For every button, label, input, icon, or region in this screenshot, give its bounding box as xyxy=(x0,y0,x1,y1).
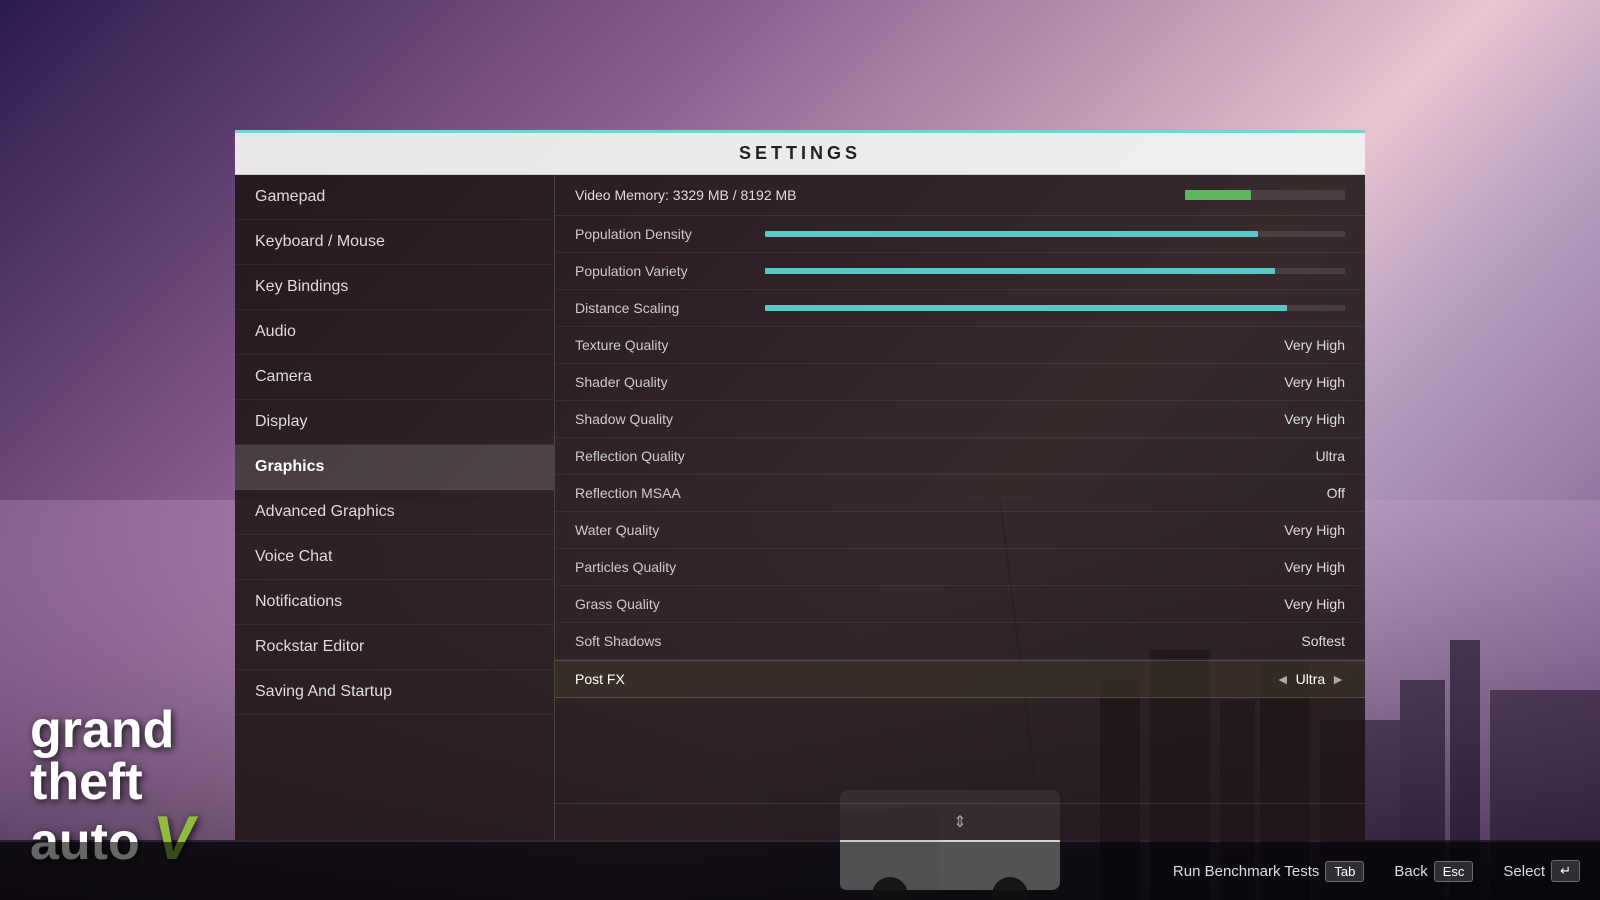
grass-quality-label: Grass Quality xyxy=(575,596,1265,612)
reflection-quality-label: Reflection Quality xyxy=(575,448,1265,464)
slider-fill xyxy=(765,268,1275,274)
texture-quality-label: Texture Quality xyxy=(575,337,1265,353)
shader-quality-value: Very High xyxy=(1265,374,1345,390)
sidebar-item-display[interactable]: Display xyxy=(235,400,554,445)
setting-row-shader-quality[interactable]: Shader Quality Very High xyxy=(555,364,1365,401)
gta-line2: theft xyxy=(30,756,196,808)
sidebar-item-audio[interactable]: Audio xyxy=(235,310,554,355)
video-memory-row: Video Memory: 3329 MB / 8192 MB xyxy=(555,175,1365,216)
video-memory-label: Video Memory: 3329 MB / 8192 MB xyxy=(575,187,1185,203)
texture-quality-value: Very High xyxy=(1265,337,1345,353)
sidebar-item-gamepad[interactable]: Gamepad xyxy=(235,175,554,220)
reflection-msaa-value: Off xyxy=(1265,485,1345,501)
sidebar-item-camera[interactable]: Camera xyxy=(235,355,554,400)
content-rows: Video Memory: 3329 MB / 8192 MB Populati… xyxy=(555,175,1365,803)
slider-track xyxy=(765,305,1345,311)
setting-row-reflection-quality[interactable]: Reflection Quality Ultra xyxy=(555,438,1365,475)
gta-line1: grand xyxy=(30,704,196,756)
settings-title: SETTINGS xyxy=(739,143,861,163)
settings-panel: SETTINGS Gamepad Keyboard / Mouse Key Bi… xyxy=(235,130,1365,840)
sidebar-item-advanced-graphics[interactable]: Advanced Graphics xyxy=(235,490,554,535)
settings-header: SETTINGS xyxy=(235,130,1365,175)
reflection-quality-value: Ultra xyxy=(1265,448,1345,464)
shadow-quality-value: Very High xyxy=(1265,411,1345,427)
soft-shadows-label: Soft Shadows xyxy=(575,633,1265,649)
scroll-arrows-icon: ⇕ xyxy=(953,812,966,832)
video-memory-fill xyxy=(1185,190,1251,200)
distance-scaling-bar xyxy=(765,305,1345,311)
sidebar-item-saving-startup[interactable]: Saving And Startup xyxy=(235,670,554,715)
sidebar-item-keyboard-mouse[interactable]: Keyboard / Mouse xyxy=(235,220,554,265)
sidebar-item-voice-chat[interactable]: Voice Chat xyxy=(235,535,554,580)
soft-shadows-value: Softest xyxy=(1265,633,1345,649)
slider-row-population-variety[interactable]: Population Variety xyxy=(555,253,1365,290)
population-density-label: Population Density xyxy=(575,226,755,242)
sidebar: Gamepad Keyboard / Mouse Key Bindings Au… xyxy=(235,175,555,840)
run-benchmark-key[interactable]: Tab xyxy=(1325,861,1364,882)
slider-row-distance-scaling[interactable]: Distance Scaling xyxy=(555,290,1365,327)
postfx-row[interactable]: Post FX ◄ Ultra ► xyxy=(555,660,1365,698)
setting-row-reflection-msaa[interactable]: Reflection MSAA Off xyxy=(555,475,1365,512)
particles-quality-value: Very High xyxy=(1265,559,1345,575)
water-quality-value: Very High xyxy=(1265,522,1345,538)
slider-track xyxy=(765,268,1345,274)
back-action: Back Esc xyxy=(1394,861,1473,882)
select-action: Select ↵ xyxy=(1503,860,1580,882)
setting-row-soft-shadows[interactable]: Soft Shadows Softest xyxy=(555,623,1365,660)
sidebar-item-rockstar-editor[interactable]: Rockstar Editor xyxy=(235,625,554,670)
setting-row-texture-quality[interactable]: Texture Quality Very High xyxy=(555,327,1365,364)
slider-fill xyxy=(765,231,1258,237)
back-label: Back xyxy=(1394,863,1427,880)
postfx-value: ◄ Ultra ► xyxy=(1276,671,1345,687)
population-variety-bar xyxy=(765,268,1345,274)
settings-body: Gamepad Keyboard / Mouse Key Bindings Au… xyxy=(235,175,1365,840)
video-memory-bar-container xyxy=(1185,190,1345,200)
shadow-quality-label: Shadow Quality xyxy=(575,411,1265,427)
slider-fill xyxy=(765,305,1287,311)
postfx-label: Post FX xyxy=(575,671,1276,687)
postfx-arrow-left[interactable]: ◄ xyxy=(1276,671,1290,687)
scroll-indicator: ⇕ xyxy=(555,803,1365,840)
sidebar-item-key-bindings[interactable]: Key Bindings xyxy=(235,265,554,310)
slider-row-population-density[interactable]: Population Density xyxy=(555,216,1365,253)
reflection-msaa-label: Reflection MSAA xyxy=(575,485,1265,501)
select-key[interactable]: ↵ xyxy=(1551,860,1580,882)
distance-scaling-label: Distance Scaling xyxy=(575,300,755,316)
main-content: Video Memory: 3329 MB / 8192 MB Populati… xyxy=(555,175,1365,840)
back-key[interactable]: Esc xyxy=(1434,861,1474,882)
particles-quality-label: Particles Quality xyxy=(575,559,1265,575)
video-memory-bar xyxy=(1185,190,1345,200)
sidebar-item-notifications[interactable]: Notifications xyxy=(235,580,554,625)
postfx-value-text: Ultra xyxy=(1296,671,1326,687)
setting-row-shadow-quality[interactable]: Shadow Quality Very High xyxy=(555,401,1365,438)
population-density-bar xyxy=(765,231,1345,237)
population-variety-label: Population Variety xyxy=(575,263,755,279)
run-benchmark-label: Run Benchmark Tests xyxy=(1173,863,1319,880)
setting-row-particles-quality[interactable]: Particles Quality Very High xyxy=(555,549,1365,586)
select-label: Select xyxy=(1503,863,1545,880)
run-benchmark-action: Run Benchmark Tests Tab xyxy=(1173,861,1364,882)
setting-row-grass-quality[interactable]: Grass Quality Very High xyxy=(555,586,1365,623)
setting-row-water-quality[interactable]: Water Quality Very High xyxy=(555,512,1365,549)
bottom-bar: Run Benchmark Tests Tab Back Esc Select … xyxy=(0,842,1600,900)
grass-quality-value: Very High xyxy=(1265,596,1345,612)
sidebar-item-graphics[interactable]: Graphics xyxy=(235,445,554,490)
postfx-arrow-right[interactable]: ► xyxy=(1331,671,1345,687)
water-quality-label: Water Quality xyxy=(575,522,1265,538)
slider-track xyxy=(765,231,1345,237)
shader-quality-label: Shader Quality xyxy=(575,374,1265,390)
